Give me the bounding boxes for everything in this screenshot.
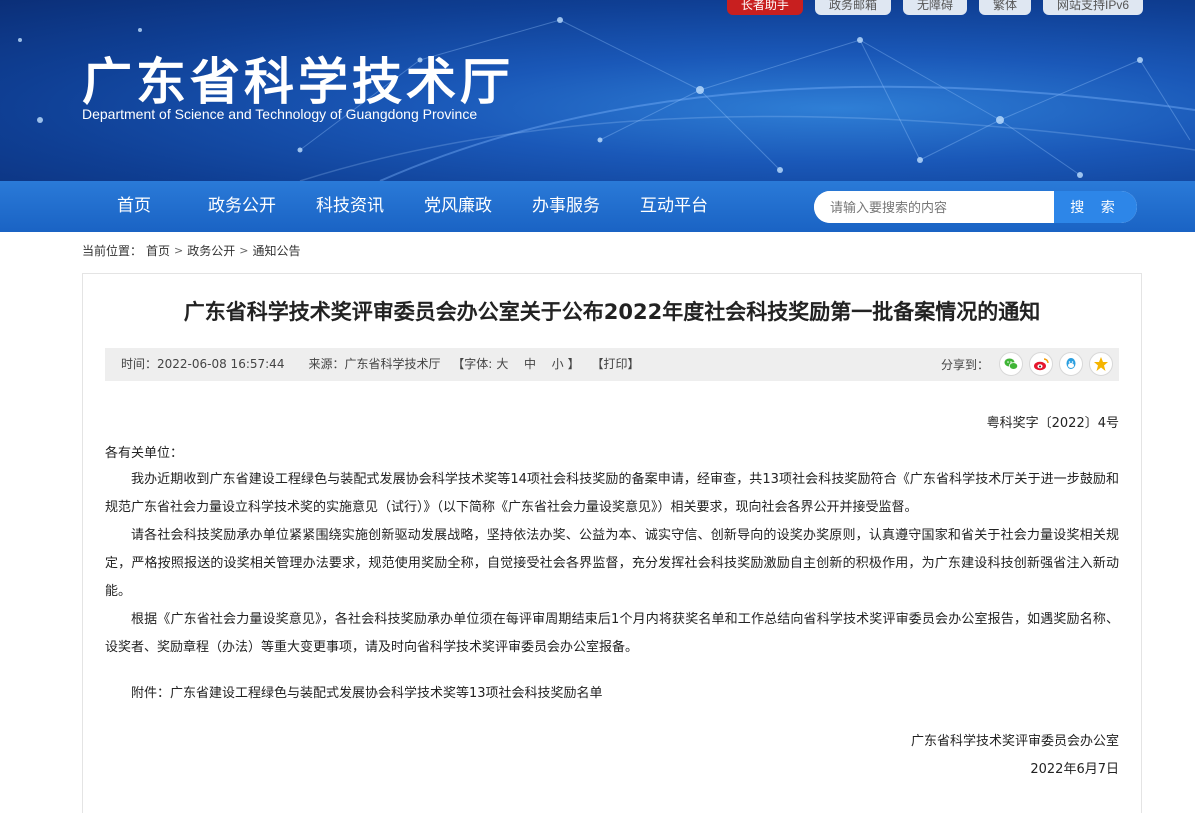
search-input[interactable] xyxy=(814,191,1054,223)
qzone-icon[interactable] xyxy=(1089,352,1113,376)
body-paragraph: 我办近期收到广东省建设工程绿色与装配式发展协会科学技术奖等14项社会科技奖励的备… xyxy=(105,472,1119,515)
nav-item-home[interactable]: 首页 xyxy=(80,181,188,232)
breadcrumb-separator: > xyxy=(239,244,249,257)
font-size-close: 】 xyxy=(567,357,580,371)
issuer-signature: 广东省科学技术奖评审委员会办公室 xyxy=(910,734,1119,749)
breadcrumb-gov-affairs[interactable]: 政务公开 xyxy=(187,242,235,259)
traditional-chinese-link[interactable]: 繁体 xyxy=(978,0,1031,15)
share-label: 分享到： xyxy=(940,357,989,372)
body-paragraph: 请各社会科技奖励承办单位紧紧围绕实施创新驱动发展战略，坚持依法办奖、公益为本、诚… xyxy=(105,528,1119,599)
body-paragraph: 根据《广东省社会力量设奖意见》，各社会科技奖励承办单位须在每评审周期结束后1个月… xyxy=(105,612,1119,655)
nav-item-gov-affairs[interactable]: 政务公开 xyxy=(188,181,296,232)
font-large-button[interactable]: 大 xyxy=(496,348,508,381)
breadcrumb: 当前位置： 首页 > 政务公开 > 通知公告 xyxy=(82,242,301,259)
font-size-label: 【字体: xyxy=(452,357,493,371)
qq-icon[interactable] xyxy=(1059,352,1083,376)
accessibility-link[interactable]: 无障碍 xyxy=(902,0,967,15)
site-title: 广东省科学技术厅 xyxy=(82,53,514,111)
article-body: 我办近期收到广东省建设工程绿色与装配式发展协会科学技术奖等14项社会科技奖励的备… xyxy=(105,466,1119,662)
header-banner: 广东省科学技术厅 Department of Science and Techn… xyxy=(0,0,1195,181)
weibo-icon[interactable] xyxy=(1029,352,1053,376)
article-source: 来源：广东省科学技术厅 xyxy=(308,357,441,371)
gov-mail-link[interactable]: 政务邮箱 xyxy=(814,0,891,15)
elder-helper-link[interactable]: 长者助手 xyxy=(726,0,803,15)
nav-item-interaction[interactable]: 互动平台 xyxy=(620,181,728,232)
nav-item-tech-news[interactable]: 科技资讯 xyxy=(296,181,404,232)
breadcrumb-notices[interactable]: 通知公告 xyxy=(252,242,300,259)
nav-item-party-integrity[interactable]: 党风廉政 xyxy=(404,181,512,232)
top-links: 长者助手 政务邮箱 无障碍 繁体 网站支持IPv6 xyxy=(726,0,1143,15)
font-medium-button[interactable]: 中 xyxy=(524,348,536,381)
share-bar: 分享到： xyxy=(941,352,1113,376)
print-button[interactable]: 【打印】 xyxy=(592,348,640,381)
article-meta-bar: 时间：2022-06-08 16:57:44 来源：广东省科学技术厅 【字体: … xyxy=(105,348,1119,381)
font-small-button[interactable]: 小 xyxy=(552,348,564,381)
ipv6-link[interactable]: 网站支持IPv6 xyxy=(1042,0,1143,15)
search-box: 搜 索 xyxy=(814,191,1137,223)
publish-time: 时间：2022-06-08 16:57:44 xyxy=(121,357,285,371)
breadcrumb-prefix: 当前位置： xyxy=(82,244,143,258)
wechat-icon[interactable] xyxy=(999,352,1023,376)
article-title: 广东省科学技术奖评审委员会办公室关于公布2022年度社会科技奖励第一批备案情况的… xyxy=(183,300,1041,324)
search-button[interactable]: 搜 索 xyxy=(1054,191,1137,223)
breadcrumb-separator: > xyxy=(174,244,184,257)
site-subtitle: Department of Science and Technology of … xyxy=(82,106,478,122)
attachment-link[interactable]: 附件：广东省建设工程绿色与装配式发展协会科学技术奖等13项社会科技奖励名单 xyxy=(131,682,603,701)
article-container: 广东省科学技术奖评审委员会办公室关于公布2022年度社会科技奖励第一批备案情况的… xyxy=(82,273,1142,813)
issue-date: 2022年6月7日 xyxy=(1030,762,1119,777)
document-number: 粤科奖字〔2022〕4号 xyxy=(986,416,1119,431)
salutation: 各有关单位： xyxy=(105,446,184,461)
breadcrumb-home[interactable]: 首页 xyxy=(146,242,170,259)
nav-item-services[interactable]: 办事服务 xyxy=(512,181,620,232)
